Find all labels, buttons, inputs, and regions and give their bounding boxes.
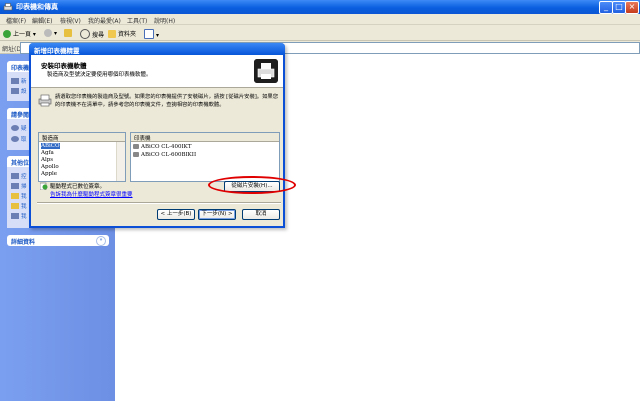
task-troubleshoot[interactable]: 疑	[21, 124, 27, 132]
manufacturer-item[interactable]: Apollo	[41, 164, 59, 170]
views-button[interactable]: ▾	[144, 29, 159, 39]
manufacturer-item[interactable]: Alps	[41, 157, 53, 163]
manufacturer-list-header: 製造商	[39, 133, 125, 142]
my-documents-icon[interactable]	[11, 193, 19, 199]
wizard-header: 安裝印表機軟體 製造商及型號決定要使用哪個印表機軟體。	[31, 55, 283, 88]
printer-model-item[interactable]: ABiCO CL-600BIKII	[133, 152, 196, 158]
wizard-description: 請選取您印表機的製造商及型號。如果您的印表機提供了安裝磁片，請按 [從磁片安裝]…	[55, 94, 278, 108]
wizard-header-subtitle: 製造商及型號決定要使用哪個印表機軟體。	[47, 72, 152, 78]
annotation-highlight-ellipse	[208, 176, 296, 194]
printer-model-list[interactable]: 印表機 ABiCO CL-400IKT ABiCO CL-600BIKII	[130, 132, 280, 182]
up-folder-icon	[64, 29, 72, 37]
menu-tools[interactable]: 工具(T)	[127, 16, 147, 25]
task-add-printer[interactable]: 新	[21, 77, 27, 85]
dialog-title: 新增印表機精靈	[34, 47, 80, 55]
printer-icon	[254, 59, 278, 83]
place-scanners[interactable]: 掃	[21, 182, 27, 190]
signed-driver-icon	[40, 182, 48, 190]
printer-icon	[133, 152, 139, 157]
close-button[interactable]: ×	[625, 1, 639, 14]
manufacturer-item[interactable]: Agfa	[41, 150, 54, 156]
printer-list-header: 印表機	[131, 133, 279, 142]
details-header: 詳細資料	[11, 239, 36, 246]
search-icon	[80, 29, 90, 39]
task-server-properties[interactable]: 設	[21, 87, 27, 95]
menu-file[interactable]: 檔案(F)	[6, 16, 26, 25]
manufacturer-list[interactable]: 製造商 ABiCO Agfa Alps Apollo Apple	[38, 132, 126, 182]
minimize-button[interactable]: _	[599, 1, 613, 14]
forward-arrow-icon	[44, 29, 52, 37]
why-signing-link[interactable]: 告訴我為什麼驅動程式簽章很重要	[50, 190, 133, 198]
place-my-documents[interactable]: 我	[21, 192, 27, 200]
menu-favorites[interactable]: 我的最愛(A)	[88, 16, 121, 25]
details-group[interactable]: 詳細資料 »	[7, 235, 109, 246]
place-my-pictures[interactable]: 我	[21, 202, 27, 210]
scanners-icon[interactable]	[11, 183, 19, 189]
manufacturer-item[interactable]: ABiCO	[41, 143, 60, 149]
troubleshoot-icon[interactable]	[11, 125, 19, 131]
dialog-titlebar[interactable]: 新增印表機精靈	[29, 43, 285, 55]
place-control-panel[interactable]: 控	[21, 172, 27, 180]
menu-edit[interactable]: 編輯(E)	[32, 16, 52, 25]
manufacturer-item[interactable]: Apple	[41, 171, 57, 177]
search-button[interactable]: 搜尋	[80, 29, 104, 39]
cancel-button[interactable]: 取消	[242, 209, 280, 220]
control-panel-icon[interactable]	[11, 173, 19, 179]
toolbar: 上一頁 ▾ ▾ 搜尋 資料夾 ▾	[0, 25, 640, 41]
next-button[interactable]: 下一步(N) >	[198, 209, 236, 220]
window-title: 印表機和傳真	[16, 3, 58, 11]
printer-setup-icon	[38, 94, 52, 107]
folders-icon	[108, 30, 116, 38]
printer-icon	[133, 144, 139, 149]
printer-folder-icon	[3, 3, 13, 11]
forward-button[interactable]: ▾	[44, 29, 57, 37]
chevron-down-icon[interactable]: »	[96, 236, 106, 246]
up-folder-button[interactable]	[64, 29, 74, 37]
printer-model-item[interactable]: ABiCO CL-400IKT	[133, 144, 191, 150]
window-titlebar[interactable]: 印表機和傳真 _ □ ×	[0, 0, 640, 14]
menu-bar: 檔案(F) 編輯(E) 檢視(V) 我的最愛(A) 工具(T) 說明(H)	[0, 14, 640, 25]
folders-button[interactable]: 資料夾	[108, 29, 136, 38]
views-icon	[144, 29, 154, 39]
place-my-computer[interactable]: 我	[21, 212, 27, 220]
server-properties-icon[interactable]	[11, 88, 19, 94]
back-button[interactable]: 上一頁 ▾	[3, 29, 36, 38]
task-get-help[interactable]: 取	[21, 135, 27, 143]
my-computer-icon[interactable]	[11, 213, 19, 219]
maximize-button[interactable]: □	[612, 1, 626, 14]
menu-help[interactable]: 說明(H)	[154, 16, 175, 25]
dialog-separator	[37, 202, 281, 204]
wizard-header-title: 安裝印表機軟體	[41, 62, 87, 70]
manufacturer-scrollbar[interactable]	[116, 142, 125, 181]
get-help-icon[interactable]	[11, 136, 19, 142]
back-wizard-button[interactable]: < 上一步(B)	[157, 209, 195, 220]
my-pictures-icon[interactable]	[11, 203, 19, 209]
add-printer-wizard-dialog: 新增印表機精靈 安裝印表機軟體 製造商及型號決定要使用哪個印表機軟體。 請選取您…	[29, 43, 285, 228]
signed-driver-text: 驅動程式已數位簽章。	[50, 184, 106, 190]
back-arrow-icon	[3, 30, 11, 38]
add-printer-icon[interactable]	[11, 78, 19, 84]
menu-view[interactable]: 檢視(V)	[60, 16, 81, 25]
